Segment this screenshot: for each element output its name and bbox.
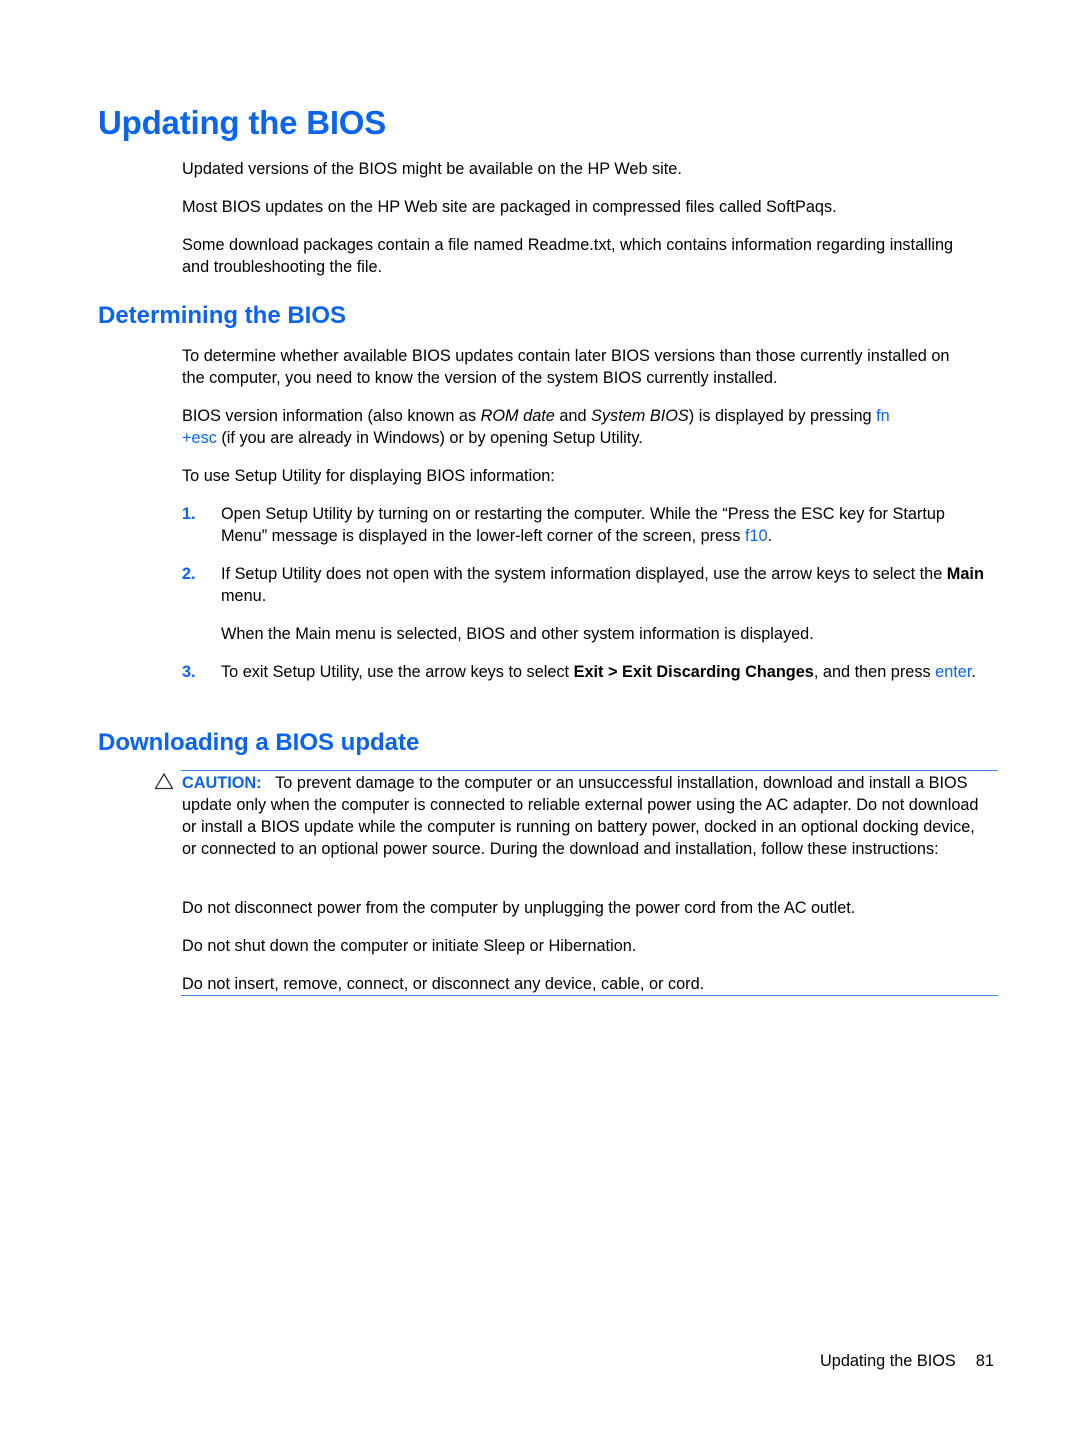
caution-instruction: Do not insert, remove, connect, or disco… — [182, 975, 705, 993]
step-number: 2. — [182, 565, 196, 583]
page-title: Updating the BIOS — [98, 104, 387, 141]
system-bios-term: System BIOS — [591, 407, 689, 425]
caution-label: CAUTION: — [182, 774, 262, 792]
step-text: . — [767, 527, 773, 545]
step-text: Open Setup Utility by turning on or rest… — [221, 505, 945, 545]
text: BIOS version information (also known as — [182, 407, 481, 425]
intro-paragraph: Some download packages contain a file na… — [182, 236, 954, 276]
determining-paragraph: To determine whether available BIOS upda… — [182, 347, 950, 387]
caution-bottom-rule — [181, 995, 998, 996]
text: and — [554, 407, 592, 425]
intro-paragraph: Most BIOS updates on the HP Web site are… — [182, 198, 837, 216]
step-text: . — [971, 663, 976, 681]
step-text: To exit Setup Utility, use the arrow key… — [221, 663, 574, 681]
footer-section-title: Updating the BIOS — [820, 1352, 956, 1370]
text: (if you are already in Windows) or by op… — [216, 429, 643, 447]
step-number: 1. — [182, 505, 196, 523]
page-number: 81 — [975, 1352, 994, 1370]
caution-text: To prevent damage to the computer or an … — [182, 774, 979, 858]
step-number: 3. — [182, 663, 196, 681]
key-f10: f10 — [744, 527, 768, 545]
main-menu-term: Main — [946, 565, 984, 583]
key-enter: enter — [935, 663, 972, 681]
step-text: If Setup Utility does not open with the … — [221, 565, 947, 583]
caution-top-rule — [181, 770, 998, 771]
intro-paragraph: Updated versions of the BIOS might be av… — [182, 160, 682, 178]
step-text: , and then press — [813, 663, 936, 681]
text: ) is displayed by pressing — [688, 407, 877, 425]
section-heading-downloading: Downloading a BIOS update — [98, 729, 420, 756]
step-1: Open Setup Utility by turning on or rest… — [221, 503, 991, 547]
caution-instruction: Do not disconnect power from the compute… — [182, 899, 856, 917]
caution-instruction: Do not shut down the computer or initiat… — [182, 937, 637, 955]
section-heading-determining: Determining the BIOS — [98, 302, 347, 329]
warning-triangle-icon — [154, 772, 174, 790]
page-footer: Updating the BIOS 81 — [820, 1350, 994, 1372]
bios-version-paragraph: BIOS version information (also known as … — [182, 405, 982, 449]
setup-utility-intro: To use Setup Utility for displaying BIOS… — [182, 467, 555, 485]
step-2-note: When the Main menu is selected, BIOS and… — [221, 625, 814, 643]
exit-menu-path: Exit > Exit Discarding Changes — [573, 663, 814, 681]
step-2: If Setup Utility does not open with the … — [221, 563, 1001, 607]
caution-paragraph: CAUTION: To prevent damage to the comput… — [182, 772, 982, 860]
step-text: menu. — [221, 587, 267, 605]
key-fn: fn — [876, 407, 890, 425]
key-esc: +esc — [182, 429, 217, 447]
step-3: To exit Setup Utility, use the arrow key… — [221, 661, 981, 683]
rom-date-term: ROM date — [480, 407, 555, 425]
